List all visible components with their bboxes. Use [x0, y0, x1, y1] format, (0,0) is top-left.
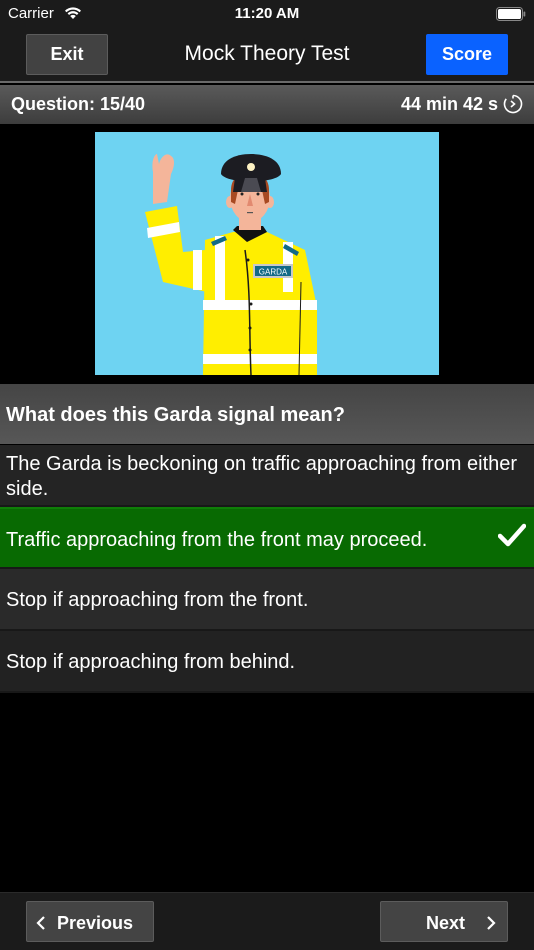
answer-option-2-correct[interactable]: Traffic approaching from the front may p… [0, 507, 534, 569]
question-header: What does this Garda signal mean? [0, 384, 534, 444]
previous-label: Previous [57, 913, 134, 933]
score-button[interactable]: Score [426, 34, 508, 75]
garda-signal-image: GARDA [95, 132, 439, 375]
answer-text: Stop if approaching from the front. [6, 589, 309, 611]
answer-list: The Garda is beckoning on traffic approa… [0, 445, 534, 693]
question-text: What does this Garda signal mean? [6, 404, 345, 426]
answer-option-3[interactable]: Stop if approaching from the front. [0, 569, 534, 631]
chevron-right-icon [487, 916, 496, 930]
clock: 11:20 AM [234, 5, 300, 22]
next-button[interactable]: Next [380, 901, 508, 942]
question-counter: Question: 15/40 [11, 94, 146, 114]
checkmark-icon [498, 523, 526, 547]
answer-text: Traffic approaching from the front may p… [6, 529, 428, 551]
next-label: Next [426, 913, 466, 933]
raised-hand [152, 154, 174, 204]
chevron-left-icon [36, 916, 45, 930]
info-bar: Question: 15/40 44 min 42 s [0, 85, 534, 124]
answer-option-4[interactable]: Stop if approaching from behind. [0, 631, 534, 693]
question-image-area: GARDA [0, 124, 534, 382]
exit-button[interactable]: Exit [26, 34, 108, 75]
status-bar: Carrier 11:20 AM [0, 0, 534, 28]
garda-illustration: GARDA [145, 154, 317, 375]
navigation-bar: Exit Mock Theory Test Score [0, 28, 534, 83]
timer-icon [503, 94, 523, 114]
previous-button[interactable]: Previous [26, 901, 154, 942]
answer-text: Stop if approaching from behind. [6, 651, 296, 673]
garda-badge-text: GARDA [259, 268, 288, 277]
answer-text: The Garda is beckoning on traffic approa… [6, 453, 518, 500]
battery-full-icon [496, 7, 526, 21]
bottom-toolbar: Previous Next [0, 892, 534, 950]
timer-readout: 44 min 42 s [400, 94, 498, 114]
answer-option-1[interactable]: The Garda is beckoning on traffic approa… [0, 445, 534, 507]
